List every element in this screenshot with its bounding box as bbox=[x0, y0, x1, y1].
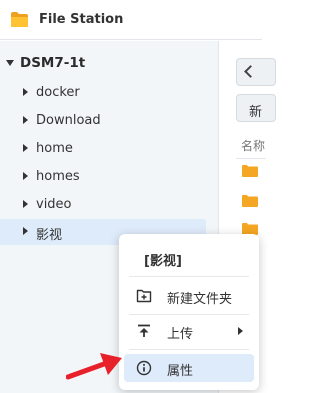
menu-item-new-folder[interactable]: 新建文件夹 bbox=[124, 282, 254, 310]
collapsed-arrow-icon[interactable] bbox=[23, 200, 28, 208]
menu-item-upload[interactable]: 上传 bbox=[124, 317, 254, 345]
red-arrow-icon bbox=[66, 353, 122, 380]
sidebar-item-home[interactable]: home bbox=[0, 136, 206, 162]
context-menu-title: [影视] bbox=[144, 254, 182, 269]
app-title: File Station bbox=[39, 12, 124, 27]
sidebar-item-label: video bbox=[36, 197, 72, 212]
sidebar-item-label: Download bbox=[36, 113, 101, 128]
expand-arrow-icon[interactable] bbox=[6, 60, 14, 66]
menu-divider bbox=[129, 276, 249, 277]
header-divider bbox=[236, 158, 266, 159]
collapsed-arrow-icon[interactable] bbox=[23, 88, 28, 96]
title-bar: File Station bbox=[0, 0, 262, 40]
chevron-left-icon bbox=[244, 65, 257, 78]
menu-divider bbox=[129, 314, 249, 315]
folder-icon bbox=[242, 165, 258, 177]
collapsed-arrow-icon[interactable] bbox=[23, 116, 28, 124]
collapsed-arrow-icon[interactable] bbox=[23, 172, 28, 180]
sidebar-item-label: docker bbox=[36, 85, 80, 100]
sidebar-item-label: 影视 bbox=[36, 228, 63, 243]
collapsed-arrow-icon[interactable] bbox=[23, 227, 28, 235]
new-button[interactable]: 新 bbox=[236, 94, 276, 122]
sidebar-item-video[interactable]: video bbox=[0, 192, 206, 218]
context-menu: [影视] 新建文件夹 上传 属性 bbox=[119, 234, 259, 390]
tree-root-label: DSM7-1t bbox=[20, 55, 86, 71]
back-button[interactable] bbox=[236, 58, 276, 86]
menu-item-properties[interactable]: 属性 bbox=[124, 354, 254, 382]
submenu-arrow-icon bbox=[238, 327, 243, 335]
folder-icon bbox=[11, 12, 28, 27]
column-header-name[interactable]: 名称 bbox=[241, 137, 265, 154]
menu-item-label: 新建文件夹 bbox=[167, 292, 233, 307]
tree-root-dsm7-1t[interactable]: DSM7-1t bbox=[0, 54, 218, 74]
info-icon bbox=[136, 360, 152, 376]
sidebar-item-download[interactable]: Download bbox=[0, 108, 206, 134]
menu-divider bbox=[129, 349, 249, 350]
new-folder-icon bbox=[136, 289, 152, 303]
sidebar-item-docker[interactable]: docker bbox=[0, 80, 206, 106]
sidebar-item-label: home bbox=[36, 141, 73, 156]
collapsed-arrow-icon[interactable] bbox=[23, 144, 28, 152]
new-button-label: 新 bbox=[249, 105, 263, 120]
menu-item-label: 属性 bbox=[167, 364, 194, 379]
menu-item-label: 上传 bbox=[167, 327, 194, 342]
upload-icon bbox=[138, 324, 150, 337]
sidebar-item-label: homes bbox=[36, 169, 80, 184]
sidebar-item-homes[interactable]: homes bbox=[0, 164, 206, 190]
folder-icon bbox=[242, 195, 258, 207]
